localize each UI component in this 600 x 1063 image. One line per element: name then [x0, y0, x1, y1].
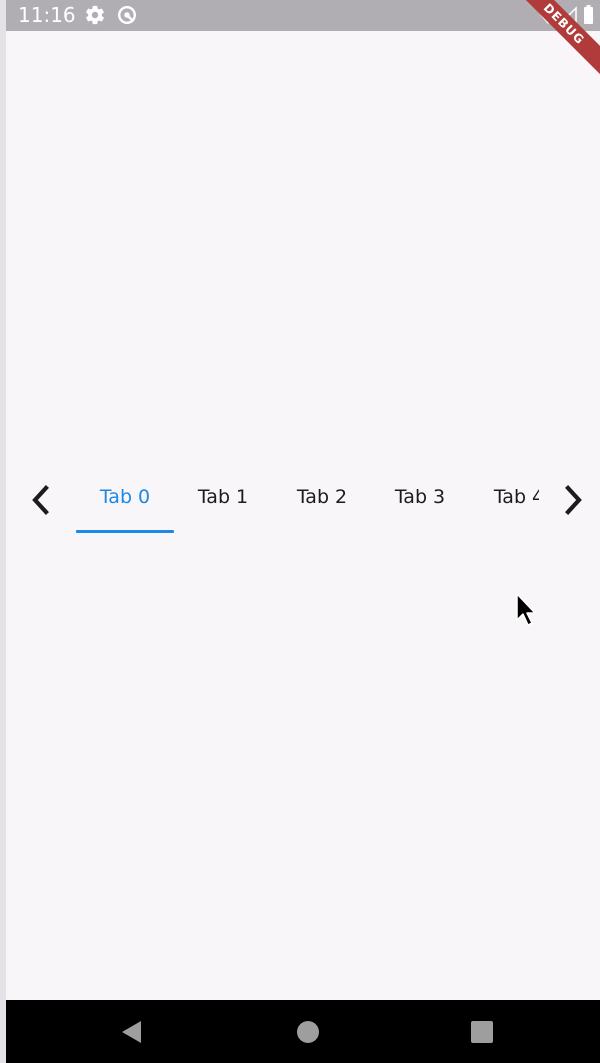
home-button[interactable] — [296, 1020, 320, 1044]
tab-label: Tab 2 — [296, 486, 348, 508]
tab-label: Tab 0 — [99, 486, 151, 508]
recent-apps-icon — [471, 1021, 493, 1043]
tab-1[interactable]: Tab 1 — [174, 467, 272, 533]
back-icon — [122, 1021, 141, 1043]
back-button[interactable] — [120, 1020, 144, 1044]
tabs-viewport: Tab 0 Tab 1 Tab 2 Tab 3 Tab 4 — [76, 467, 539, 533]
data-saver-icon — [116, 4, 138, 26]
tab-3[interactable]: Tab 3 — [371, 467, 469, 533]
chevron-right-icon — [565, 485, 582, 515]
tab-2[interactable]: Tab 2 — [273, 467, 371, 533]
battery-icon — [584, 5, 593, 24]
mouse-pointer-icon — [515, 592, 537, 628]
tab-indicator — [76, 530, 174, 533]
home-icon — [297, 1021, 319, 1043]
scroll-right-button[interactable] — [559, 482, 589, 518]
navigation-bar — [6, 1000, 600, 1063]
tab-label: Tab 1 — [197, 486, 249, 508]
tab-4[interactable]: Tab 4 — [470, 467, 539, 533]
recent-apps-button[interactable] — [470, 1020, 494, 1044]
status-time: 11:16 — [18, 3, 76, 27]
tab-bar: Tab 0 Tab 1 Tab 2 Tab 3 Tab 4 — [6, 467, 600, 533]
status-bar: 11:16 — [6, 0, 600, 31]
tab-label: Tab 4 — [493, 486, 539, 508]
chevron-left-icon — [32, 485, 49, 515]
tab-label: Tab 3 — [394, 486, 446, 508]
scroll-left-button[interactable] — [26, 482, 56, 518]
app-screen: 11:16 DEBUG Tab 0 Tab 1 Tab 2 Tab 3 Tab … — [6, 0, 600, 1063]
settings-icon — [84, 4, 106, 26]
tab-0[interactable]: Tab 0 — [76, 467, 174, 533]
